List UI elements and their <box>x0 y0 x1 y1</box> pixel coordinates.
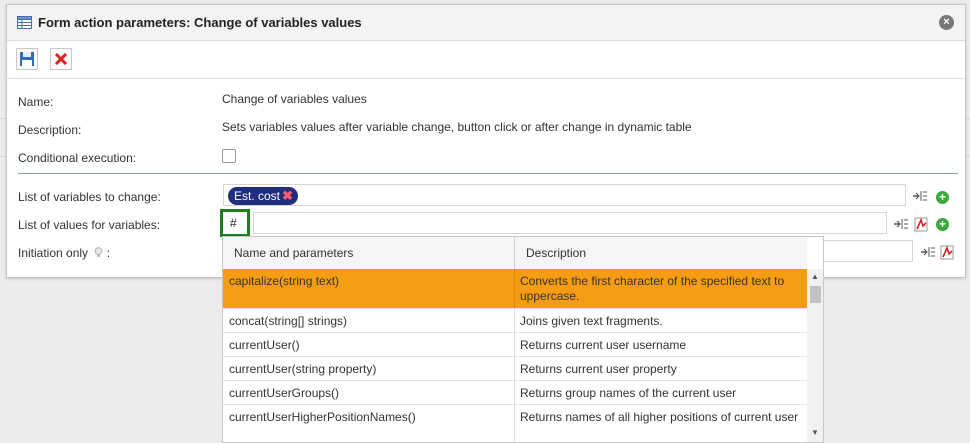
table-icon <box>17 16 32 29</box>
values-for-variables-field[interactable] <box>253 212 887 234</box>
name-value: Change of variables values <box>222 92 367 106</box>
function-name: capitalize(string text) <box>229 274 340 288</box>
suggestion-row[interactable]: capitalize(string text) Converts the fir… <box>223 269 807 309</box>
function-name: concat(string[] strings) <box>229 314 348 328</box>
initiation-only-text: Initiation only <box>18 246 89 260</box>
function-description: Returns names of all higher positions of… <box>520 410 799 424</box>
insert-variable-icon[interactable] <box>920 244 936 260</box>
scroll-up-icon[interactable]: ▲ <box>811 272 819 281</box>
toolbar-divider <box>7 78 965 79</box>
column-divider <box>514 405 515 442</box>
column-header-description[interactable]: Description <box>526 246 586 260</box>
conditional-execution-checkbox[interactable] <box>222 149 236 163</box>
column-divider <box>514 269 515 308</box>
function-name: currentUserGroups() <box>229 386 340 400</box>
cancel-button[interactable] <box>50 48 72 70</box>
dropdown-scrollbar[interactable]: ▲ ▼ <box>807 269 823 442</box>
suggestion-row[interactable]: currentUserGroups() Returns group names … <box>223 381 807 405</box>
column-header-name[interactable]: Name and parameters <box>234 246 353 260</box>
name-label: Name: <box>18 95 54 109</box>
description-value: Sets variables values after variable cha… <box>222 120 692 134</box>
values-active-input[interactable]: # <box>220 209 250 237</box>
function-icon[interactable] <box>914 217 929 232</box>
initiation-only-suffix: : <box>106 246 111 260</box>
dialog-title: Form action parameters: Change of variab… <box>38 15 362 30</box>
suggestion-row[interactable]: currentUser(string property) Returns cur… <box>223 357 807 381</box>
dialog-titlebar: Form action parameters: Change of variab… <box>7 5 965 41</box>
variable-tag-label: Est. cost <box>234 189 281 203</box>
add-icon-symbol: + <box>938 217 946 231</box>
lightbulb-icon[interactable] <box>94 247 103 258</box>
close-button[interactable]: × <box>939 15 954 30</box>
function-description: Converts the first character of the spec… <box>520 274 785 303</box>
scroll-down-icon[interactable]: ▼ <box>811 428 819 437</box>
suggestion-row[interactable]: currentUserHigherPositionNames() Returns… <box>223 405 807 442</box>
initiation-only-label: Initiation only : <box>18 246 110 260</box>
function-description: Returns current user username <box>520 338 687 352</box>
column-divider <box>514 381 515 404</box>
values-input-text[interactable]: # <box>230 216 237 230</box>
remove-tag-icon[interactable]: ✖ <box>282 187 293 205</box>
column-divider <box>514 357 515 380</box>
initiation-only-field[interactable] <box>813 240 913 262</box>
conditional-execution-label: Conditional execution: <box>18 151 137 165</box>
column-divider <box>514 309 515 332</box>
red-x-icon[interactable] <box>51 49 71 69</box>
description-label: Description: <box>18 123 82 137</box>
function-suggestions-dropdown: Name and parameters Description capitali… <box>222 236 824 443</box>
column-divider <box>514 237 515 269</box>
insert-variable-icon[interactable] <box>912 188 928 204</box>
section-divider <box>18 173 958 174</box>
function-description: Returns current user property <box>520 362 677 376</box>
function-description: Joins given text fragments. <box>520 314 663 328</box>
add-icon[interactable]: + <box>936 218 949 231</box>
column-divider <box>514 333 515 356</box>
values-for-variables-label: List of values for variables: <box>18 218 161 232</box>
add-icon[interactable]: + <box>936 191 949 204</box>
variables-to-change-field[interactable]: Est. cost ✖ <box>223 184 906 206</box>
suggestion-row[interactable]: currentUser() Returns current user usern… <box>223 333 807 357</box>
dropdown-header: Name and parameters Description <box>223 237 807 270</box>
variable-tag[interactable]: Est. cost ✖ <box>228 187 299 205</box>
suggestion-row[interactable]: concat(string[] strings) Joins given tex… <box>223 309 807 333</box>
floppy-disk-icon[interactable] <box>17 49 37 69</box>
function-name: currentUser(string property) <box>229 362 377 376</box>
add-icon-symbol: + <box>938 190 946 204</box>
function-description: Returns group names of the current user <box>520 386 737 400</box>
variables-to-change-label: List of variables to change: <box>18 190 161 204</box>
function-icon[interactable] <box>940 245 955 260</box>
scroll-thumb[interactable] <box>810 286 821 303</box>
insert-variable-icon[interactable] <box>893 216 909 232</box>
save-button[interactable] <box>16 48 38 70</box>
function-name: currentUserHigherPositionNames() <box>229 410 416 424</box>
close-icon[interactable]: × <box>943 16 949 28</box>
function-name: currentUser() <box>229 338 300 352</box>
